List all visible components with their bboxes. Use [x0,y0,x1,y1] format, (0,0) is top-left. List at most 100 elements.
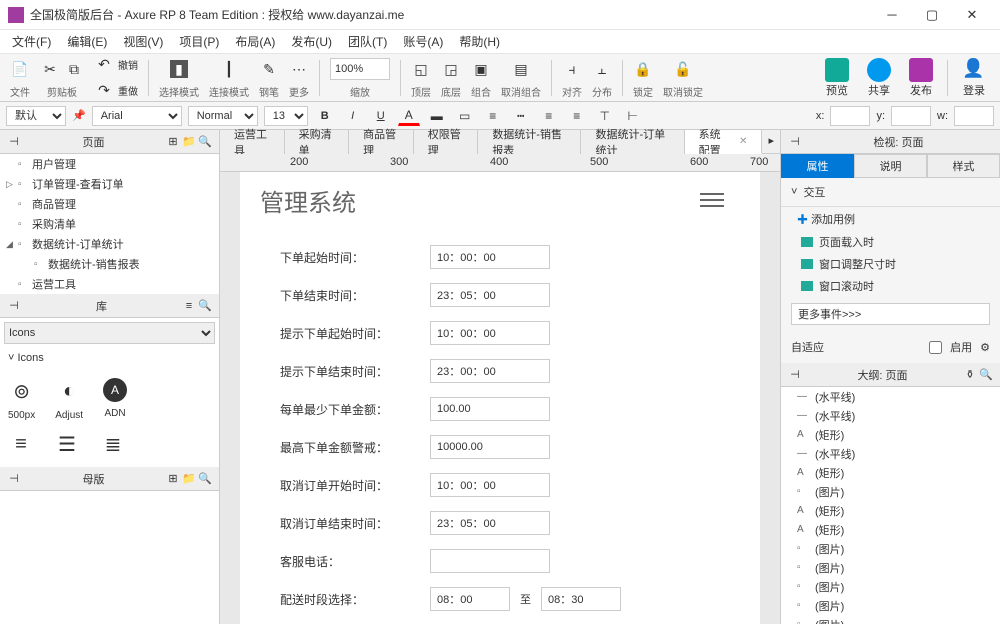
form-input[interactable] [430,283,550,307]
menu-account[interactable]: 账号(A) [395,30,451,53]
outline-node[interactable]: ▫(图片) [781,615,1000,624]
mockup-page[interactable]: 管理系统 下单起始时间：下单结束时间：提示下单起始时间：提示下单结束时间：每单最… [240,172,760,624]
outline-node[interactable]: ▫(图片) [781,596,1000,615]
underline-button[interactable]: U [370,106,392,126]
add-page-icon[interactable]: ⊞ [165,134,181,150]
tree-node[interactable]: ▫运营工具 [0,274,219,294]
new-file-icon[interactable]: 📄 [10,59,30,79]
tab[interactable]: 商品管理 [349,130,414,154]
lib-item-500px[interactable]: ⊚500px [8,378,35,421]
menu-edit[interactable]: 编辑(E) [59,30,115,53]
x-input[interactable] [830,106,870,126]
zoom-select[interactable] [330,58,390,80]
lock-icon[interactable]: 🔒 [633,59,653,79]
lib-item[interactable]: ☰ [54,431,80,457]
lib-item[interactable]: ≣ [100,431,126,457]
add-folder-icon[interactable]: 📁 [181,134,197,150]
align-middle-button[interactable]: ⊢ [622,106,644,126]
form-input[interactable] [541,587,621,611]
italic-button[interactable]: I [342,106,364,126]
redo-icon[interactable]: ↷ [94,81,114,101]
distribute-icon[interactable]: ⫠ [592,59,612,79]
cut-icon[interactable]: ✂ [40,59,60,79]
form-input[interactable] [430,473,550,497]
font-select[interactable]: Arial [92,106,182,126]
y-input[interactable] [891,106,931,126]
connect-mode-icon[interactable]: ┃ [219,59,239,79]
pin-icon[interactable]: ⊣ [6,471,22,487]
event-item[interactable]: 页面载入时 [781,231,1000,253]
tab[interactable]: 数据统计-销售报表 [478,130,581,154]
border-style-button[interactable]: ┅ [510,106,532,126]
group-icon[interactable]: ▣ [471,59,491,79]
mockup-title[interactable]: 管理系统 [260,183,356,218]
tab[interactable]: 权限管理 [414,130,479,154]
enable-checkbox[interactable] [929,341,942,354]
lib-menu-icon[interactable]: ≡ [181,298,197,314]
pin-icon[interactable]: ⊣ [6,298,22,314]
form-input[interactable] [430,549,550,573]
settings-icon[interactable]: ⚙ [980,341,990,354]
canvas[interactable]: 管理系统 下单起始时间：下单结束时间：提示下单起始时间：提示下单结束时间：每单最… [220,172,780,624]
add-folder-icon[interactable]: 📁 [181,471,197,487]
tree-node[interactable]: ▫数据统计-销售报表 [0,254,219,274]
align-top-button[interactable]: ⊤ [594,106,616,126]
lib-item-adn[interactable]: AADN [103,378,127,421]
library-select[interactable]: Icons [4,322,215,344]
ungroup-icon[interactable]: ▤ [511,59,531,79]
search-icon[interactable]: 🔍 [197,298,213,314]
more-icon[interactable]: ⋯ [289,59,309,79]
inspector-tab-style[interactable]: 样式 [927,154,1000,178]
share-button[interactable]: 共享 [859,58,899,98]
more-events-select[interactable]: 更多事件>>> [791,303,990,325]
section-interaction[interactable]: ˅ 交互 [791,184,990,200]
minimize-button[interactable]: ─ [872,1,912,29]
lib-item-adjust[interactable]: ◐Adjust [55,378,83,421]
filter-icon[interactable]: ⚱ [962,367,978,383]
bring-front-icon[interactable]: ◱ [411,59,431,79]
tab-scroll-icon[interactable]: ▸ [762,130,780,153]
align-left-button[interactable]: ≡ [538,106,560,126]
menu-publish[interactable]: 发布(U) [283,30,340,53]
border-color-button[interactable]: ▭ [454,106,476,126]
outline-node[interactable]: A(矩形) [781,463,1000,482]
lib-item[interactable]: ≡ [8,431,34,457]
bold-button[interactable]: B [314,106,336,126]
login-button[interactable]: 👤登录 [954,58,994,98]
tab[interactable]: 运营工具 [220,130,285,154]
event-item[interactable]: 窗口滚动时 [781,275,1000,297]
add-case-link[interactable]: ✚ 添加用例 [781,207,1000,231]
pin-icon[interactable]: ⊣ [6,134,22,150]
outline-node[interactable]: ▫(图片) [781,577,1000,596]
outline-node[interactable]: —(水平线) [781,444,1000,463]
add-master-icon[interactable]: ⊞ [165,471,181,487]
send-back-icon[interactable]: ◲ [441,59,461,79]
menu-project[interactable]: 项目(P) [171,30,227,53]
align-icon[interactable]: ⫞ [562,59,582,79]
pin-icon[interactable]: ⊣ [787,134,803,150]
outline-node[interactable]: ▫(图片) [781,539,1000,558]
library-category[interactable]: ˅ Icons [0,348,219,368]
select-mode-icon[interactable]: ▮ [170,60,188,78]
form-input[interactable] [430,245,550,269]
pin-icon[interactable]: ⊣ [787,367,803,383]
copy-icon[interactable]: ⧉ [64,59,84,79]
tab[interactable]: 数据统计-订单统计 [581,130,684,154]
menu-team[interactable]: 团队(T) [340,30,395,53]
search-icon[interactable]: 🔍 [197,134,213,150]
unlock-icon[interactable]: 🔓 [673,59,693,79]
weight-select[interactable]: Normal [188,106,258,126]
inspector-tab-notes[interactable]: 说明 [854,154,927,178]
form-input[interactable] [430,511,550,535]
menu-file[interactable]: 文件(F) [4,30,59,53]
tree-node[interactable]: ▫用户管理 [0,154,219,174]
outline-node[interactable]: A(矩形) [781,520,1000,539]
form-input[interactable] [430,359,550,383]
style-select[interactable]: 默认 [6,106,66,126]
preview-button[interactable]: 预览 [817,58,857,98]
font-color-button[interactable]: A [398,106,420,126]
maximize-button[interactable]: ▢ [912,1,952,29]
close-icon[interactable]: ✕ [739,136,747,147]
outline-node[interactable]: A(矩形) [781,501,1000,520]
search-icon[interactable]: 🔍 [978,367,994,383]
